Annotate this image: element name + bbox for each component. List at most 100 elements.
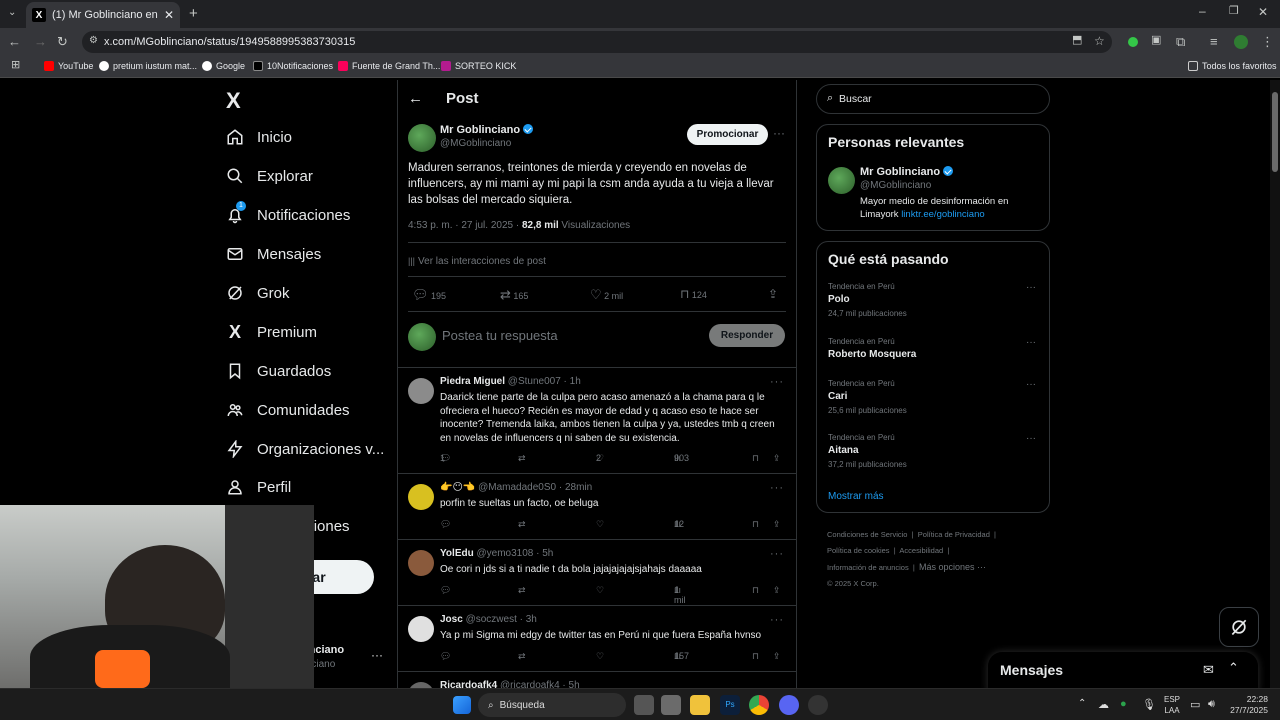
nav-item-home[interactable]: Inicio: [226, 128, 292, 146]
restore-icon[interactable]: ❐: [1229, 6, 1239, 17]
reply-share-icon[interactable]: ⇪: [773, 585, 781, 596]
reply-views[interactable]: ılı 157: [674, 651, 689, 661]
nav-item-communities[interactable]: Comunidades: [226, 401, 350, 419]
tray-overflow-icon[interactable]: ⌃: [1078, 698, 1086, 709]
reply-reply-button[interactable]: 💬︎ 1: [440, 453, 454, 464]
reply-reply-button[interactable]: 💬︎: [440, 519, 451, 530]
bookmark-youtube[interactable]: YouTube: [44, 61, 93, 71]
nav-item-grok[interactable]: Grok: [226, 284, 290, 302]
photoshop-icon[interactable]: Ps: [720, 695, 740, 715]
bookmark-google[interactable]: Google: [202, 61, 245, 71]
nav-item-notifications[interactable]: 1 Notificaciones: [226, 201, 350, 224]
account-more-icon[interactable]: ···: [371, 648, 383, 662]
scrollbar-thumb[interactable]: [1272, 92, 1278, 172]
reply-repost-button[interactable]: ⇄: [518, 651, 526, 662]
reply-button[interactable]: 💬︎ 195: [412, 287, 446, 303]
reply-item[interactable]: Ricardoafk4 @ricardoafk4 · 5h: [398, 672, 796, 688]
extension-green-icon[interactable]: [1128, 37, 1138, 47]
reply-bookmark-icon[interactable]: ⊓: [752, 519, 759, 530]
reply-input[interactable]: Postea tu respuesta: [442, 328, 558, 343]
forward-icon[interactable]: →: [34, 35, 47, 48]
microphone-icon[interactable]: 🎙︎: [1142, 698, 1156, 711]
tab-search-icon[interactable]: ⌄: [8, 8, 16, 18]
search-bar[interactable]: ⌕ Buscar: [816, 84, 1050, 114]
footer-link[interactable]: Más opciones ···: [919, 562, 986, 572]
taskbar-search[interactable]: ⌕ Búsqueda: [478, 693, 626, 717]
reply-like-button[interactable]: ♡: [596, 519, 604, 530]
post-author-handle[interactable]: @MGoblinciano: [440, 138, 511, 149]
reply-share-icon[interactable]: ⇪: [773, 453, 781, 464]
close-window-icon[interactable]: ✕: [1258, 6, 1268, 18]
messages-drawer[interactable]: Mensajes ✉ ⌃: [988, 652, 1258, 688]
trend-more-icon[interactable]: ···: [1026, 282, 1036, 293]
new-tab-icon[interactable]: +: [189, 6, 198, 21]
bookmark-pretium[interactable]: pretium iustum mat...: [99, 61, 197, 71]
app-icon[interactable]: [808, 695, 828, 715]
like-button[interactable]: ♡ 2 mil: [590, 287, 623, 303]
new-message-icon[interactable]: ✉: [1203, 662, 1214, 678]
bookmark-10notificaciones[interactable]: 10Notificaciones: [253, 61, 333, 71]
profile-avatar[interactable]: [1234, 35, 1248, 49]
onedrive-icon[interactable]: ☁: [1098, 698, 1109, 711]
nav-item-premium[interactable]: X Premium: [226, 322, 317, 342]
trend-more-icon[interactable]: ···: [1026, 379, 1036, 390]
nav-item-profile[interactable]: Perfil: [226, 478, 291, 496]
nav-item-messages[interactable]: Mensajes: [226, 245, 321, 263]
reply-submit-button[interactable]: Responder: [709, 324, 785, 347]
back-arrow-icon[interactable]: ←: [408, 90, 423, 107]
discord-icon[interactable]: [779, 695, 799, 715]
footer-link[interactable]: Accesibilidad: [899, 546, 943, 555]
post-more-icon[interactable]: ···: [773, 126, 785, 140]
reply-share-icon[interactable]: ⇪: [773, 519, 781, 530]
reply-item[interactable]: Josc @soczwest · 3h ··· Ya p mi Sigma mi…: [398, 606, 796, 672]
bookmark-star-icon[interactable]: ☆: [1094, 35, 1105, 47]
nav-item-organizations[interactable]: Organizaciones v...: [226, 440, 384, 458]
show-more-link[interactable]: Mostrar más: [828, 491, 884, 502]
site-info-icon[interactable]: ⚙: [89, 36, 98, 46]
menu-icon[interactable]: ⋮: [1261, 35, 1274, 48]
reply-share-icon[interactable]: ⇪: [773, 651, 781, 662]
reply-like-button[interactable]: ♡: [596, 651, 604, 662]
address-bar[interactable]: ⚙ x.com/MGoblinciano/status/194958899538…: [82, 31, 1112, 53]
reply-more-icon[interactable]: ···: [770, 482, 784, 494]
trend-item[interactable]: Tendencia en Perú Aitana 37,2 mil public…: [828, 433, 1038, 469]
reply-bookmark-icon[interactable]: ⊓: [752, 453, 759, 464]
footer-link[interactable]: Condiciones de Servicio: [827, 530, 907, 539]
reply-item[interactable]: Piedra Miguel @Stune007 · 1h ··· Daarick…: [398, 368, 796, 474]
extension-icon[interactable]: ▣: [1151, 35, 1161, 46]
trend-item[interactable]: Tendencia en Perú Roberto Mosquera ···: [828, 337, 1038, 364]
nav-item-explore[interactable]: Explorar: [226, 167, 313, 185]
back-icon[interactable]: ←: [8, 35, 21, 48]
clock[interactable]: 22:28 27/7/2025: [1226, 694, 1268, 716]
bookmark-button[interactable]: ⊓ 124: [680, 287, 707, 301]
reply-views[interactable]: ılı 1 mil: [674, 585, 686, 605]
reply-more-icon[interactable]: ···: [770, 548, 784, 560]
post-interactions-link[interactable]: ||| Ver las interacciones de post: [408, 256, 546, 267]
post-author-avatar[interactable]: [408, 124, 436, 152]
bookmark-sorteo-kick[interactable]: SORTEO KICK: [441, 61, 516, 71]
volume-icon[interactable]: 🔊︎: [1208, 698, 1215, 711]
reply-repost-button[interactable]: ⇄: [518, 585, 526, 596]
share-icon[interactable]: ⇪: [768, 287, 778, 301]
x-logo[interactable]: X: [226, 88, 241, 114]
trend-item[interactable]: Tendencia en Perú Polo 24,7 mil publicac…: [828, 282, 1038, 318]
relevant-avatar[interactable]: [828, 167, 855, 194]
network-icon[interactable]: ▭: [1190, 698, 1200, 711]
reply-reply-button[interactable]: 💬︎: [440, 651, 451, 662]
reply-repost-button[interactable]: ⇄: [518, 453, 526, 464]
install-icon[interactable]: ⬒: [1072, 35, 1082, 46]
nav-item-bookmarks[interactable]: Guardados: [226, 362, 331, 380]
repost-button[interactable]: ⇄ 165: [500, 287, 528, 303]
windows-start-icon[interactable]: [453, 696, 471, 714]
reply-reply-button[interactable]: 💬︎: [440, 585, 451, 596]
reply-item[interactable]: YolEdu @yemo3108 · 5h ··· Oe cori n jds …: [398, 540, 796, 606]
minimize-icon[interactable]: –: [1199, 5, 1206, 17]
browser-tab[interactable]: X (1) Mr Goblinciano en X: "Madu ✕: [26, 2, 180, 28]
expand-drawer-icon[interactable]: ⌃: [1228, 660, 1239, 676]
reply-bookmark-icon[interactable]: ⊓: [752, 585, 759, 596]
extensions-puzzle-icon[interactable]: ⧉: [1176, 35, 1185, 48]
reply-views[interactable]: ılı 12: [674, 519, 684, 529]
bookmark-fuente[interactable]: Fuente de Grand Th...: [338, 61, 440, 71]
reply-views[interactable]: ılı 903: [674, 453, 689, 463]
all-bookmarks[interactable]: Todos los favoritos: [1188, 61, 1277, 71]
